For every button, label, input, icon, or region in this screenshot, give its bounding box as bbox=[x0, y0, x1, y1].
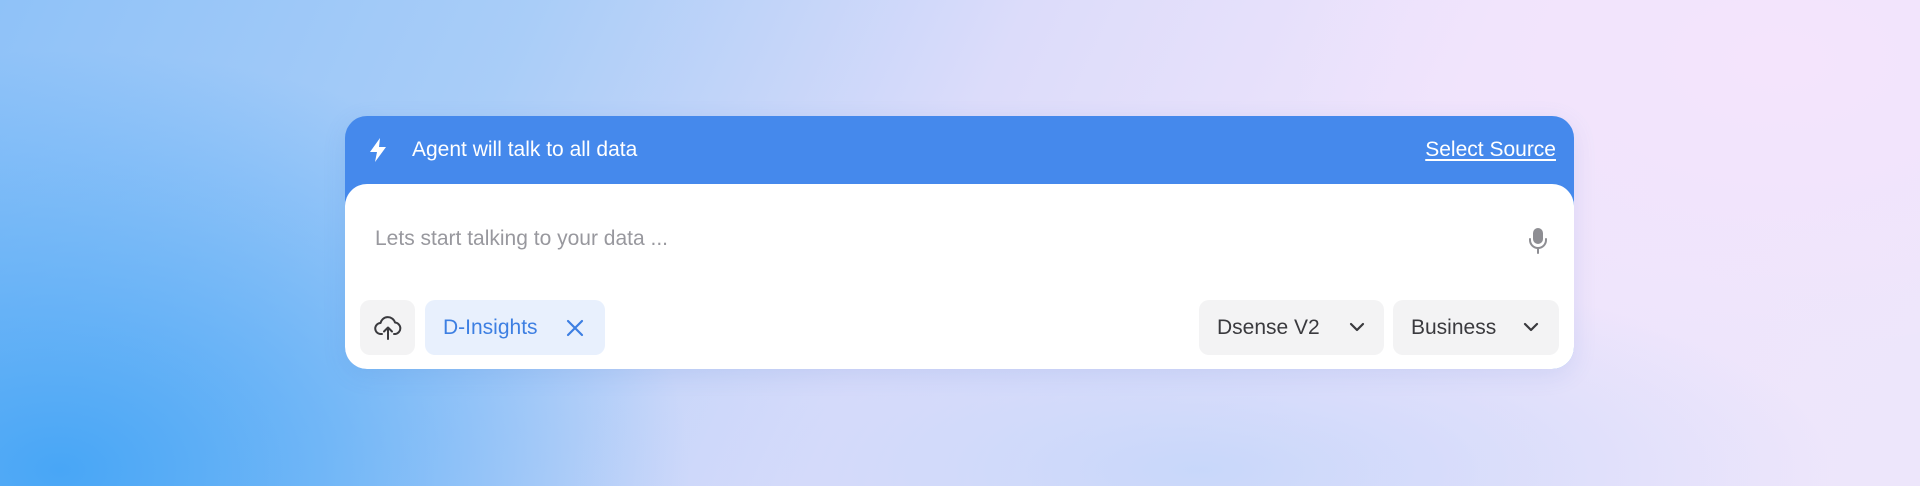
model-select[interactable]: Dsense V2 bbox=[1199, 300, 1384, 355]
composer-panel: D-Insights Dsense V2 Business bbox=[345, 184, 1574, 369]
upload-button[interactable] bbox=[360, 300, 415, 355]
chevron-down-icon bbox=[1523, 322, 1539, 332]
data-scope-banner: Agent will talk to all data Select Sourc… bbox=[345, 116, 1574, 184]
chevron-down-icon bbox=[1349, 322, 1365, 332]
banner-message: Agent will talk to all data bbox=[412, 138, 638, 161]
prompt-input[interactable] bbox=[375, 224, 1475, 254]
source-chip: D-Insights bbox=[425, 300, 605, 355]
cloud-upload-icon bbox=[373, 315, 401, 340]
select-source-link[interactable]: Select Source bbox=[1425, 136, 1556, 164]
lightning-bolt-icon bbox=[370, 138, 386, 162]
model-select-value: Dsense V2 bbox=[1217, 316, 1320, 339]
chat-composer: Agent will talk to all data Select Sourc… bbox=[345, 116, 1574, 369]
close-icon[interactable] bbox=[566, 319, 584, 337]
mode-select[interactable]: Business bbox=[1393, 300, 1559, 355]
mode-select-value: Business bbox=[1411, 316, 1497, 339]
page-background: { "banner": { "message": "Agent will tal… bbox=[0, 0, 1920, 486]
source-chip-label: D-Insights bbox=[443, 316, 538, 339]
microphone-icon[interactable] bbox=[1528, 227, 1548, 255]
